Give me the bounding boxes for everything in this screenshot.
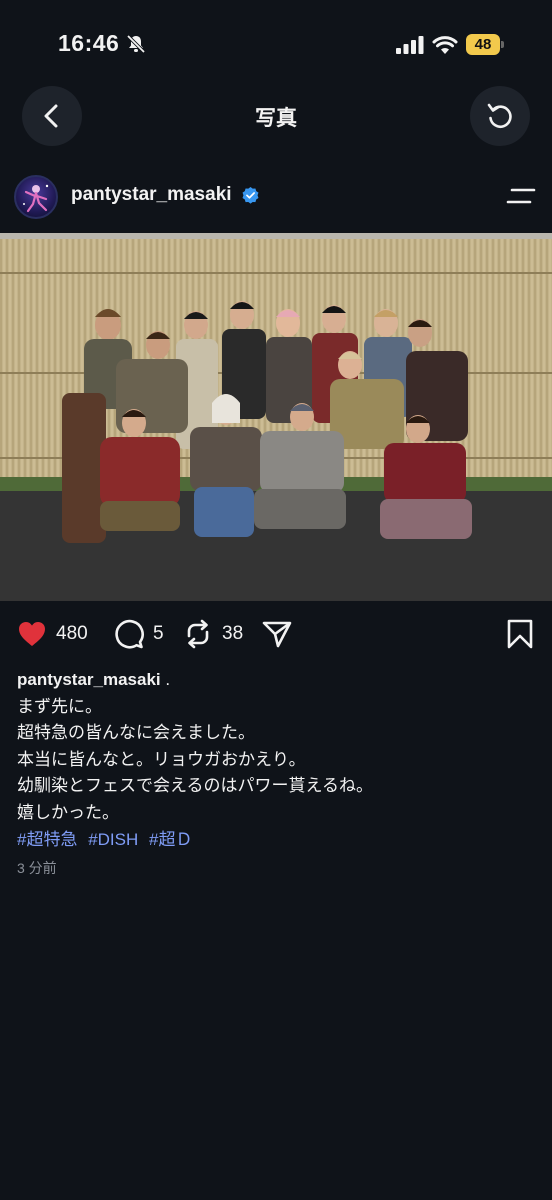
silent-bell-icon xyxy=(126,34,146,54)
wifi-icon xyxy=(432,36,458,54)
battery-indicator: 48 xyxy=(466,34,504,55)
status-time: 16:46 xyxy=(58,30,120,56)
send-icon xyxy=(262,621,292,648)
comment-button[interactable]: 5 xyxy=(113,618,164,650)
repost-icon xyxy=(187,619,209,649)
caption-line: まず先に。 xyxy=(17,696,102,716)
battery-level: 48 xyxy=(466,34,500,55)
post-timestamp: 3 分前 xyxy=(17,860,57,876)
caption-line: 超特急の皆んなに会えました。 xyxy=(17,723,255,742)
comment-count: 5 xyxy=(153,623,164,644)
caption-username[interactable]: pantystar_masaki xyxy=(17,670,161,689)
post-photo[interactable] xyxy=(0,233,552,601)
repost-button[interactable]: 38 xyxy=(182,618,243,650)
verified-badge-icon xyxy=(242,186,259,204)
refresh-icon xyxy=(487,103,512,128)
group-photo-illustration xyxy=(0,233,552,601)
comment-icon xyxy=(115,619,144,649)
bookmark-icon xyxy=(507,619,533,649)
caption-header-line: pantystar_masaki . xyxy=(17,667,537,694)
bookmark-button[interactable] xyxy=(504,618,536,650)
heart-icon xyxy=(19,622,45,646)
hashtag-list: #超特急 #DISH #超Ｄ xyxy=(17,825,198,850)
hashtag-link[interactable]: #超Ｄ xyxy=(149,830,192,849)
caption-line: 幼馴染とフェスで会えるのはパワー貰えるね。 xyxy=(17,776,373,795)
avatar-figure-icon xyxy=(23,184,49,213)
caption-line: 嬉しかった。 xyxy=(17,802,119,822)
caption-line: 本当に皆んなと。リョウガおかえり。 xyxy=(17,749,306,769)
battery-tip xyxy=(501,41,504,48)
avatar[interactable] xyxy=(14,175,58,219)
author-username[interactable]: pantystar_masaki xyxy=(71,184,232,206)
share-button[interactable] xyxy=(261,618,293,650)
like-button[interactable]: 480 xyxy=(16,618,88,650)
repost-count: 38 xyxy=(222,623,244,644)
post-caption: pantystar_masaki . まず先に。 超特急の皆んなに会えました。 … xyxy=(17,667,537,826)
refresh-button[interactable] xyxy=(470,86,530,146)
hashtag-link[interactable]: #超特急 xyxy=(17,830,77,849)
menu-icon[interactable] xyxy=(506,186,536,206)
cellular-signal-icon xyxy=(396,36,424,54)
like-count: 480 xyxy=(56,623,88,644)
status-bar: 16:46 48 xyxy=(0,0,552,90)
caption-dot: . xyxy=(165,670,171,689)
hashtag-link[interactable]: #DISH xyxy=(88,830,138,849)
